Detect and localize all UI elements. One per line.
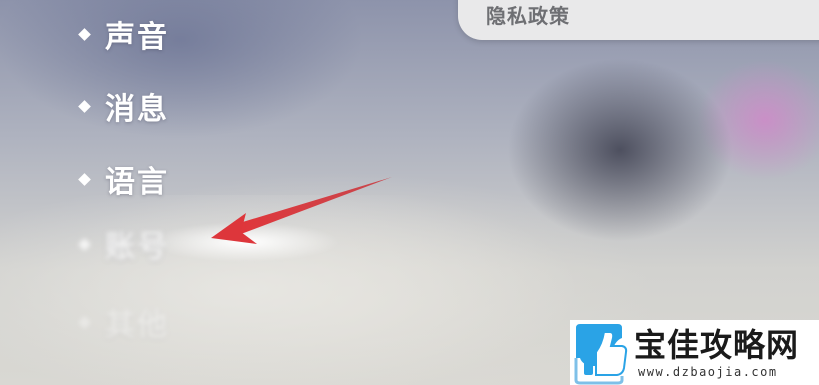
arrow-shaft xyxy=(236,177,392,234)
watermark-title: 宝佳攻略网 xyxy=(634,325,800,364)
site-watermark: 宝佳攻略网 www.dzbaojia.com xyxy=(570,320,819,385)
watermark-url: www.dzbaojia.com xyxy=(638,364,778,379)
thumbs-up-logo-icon xyxy=(574,324,628,385)
